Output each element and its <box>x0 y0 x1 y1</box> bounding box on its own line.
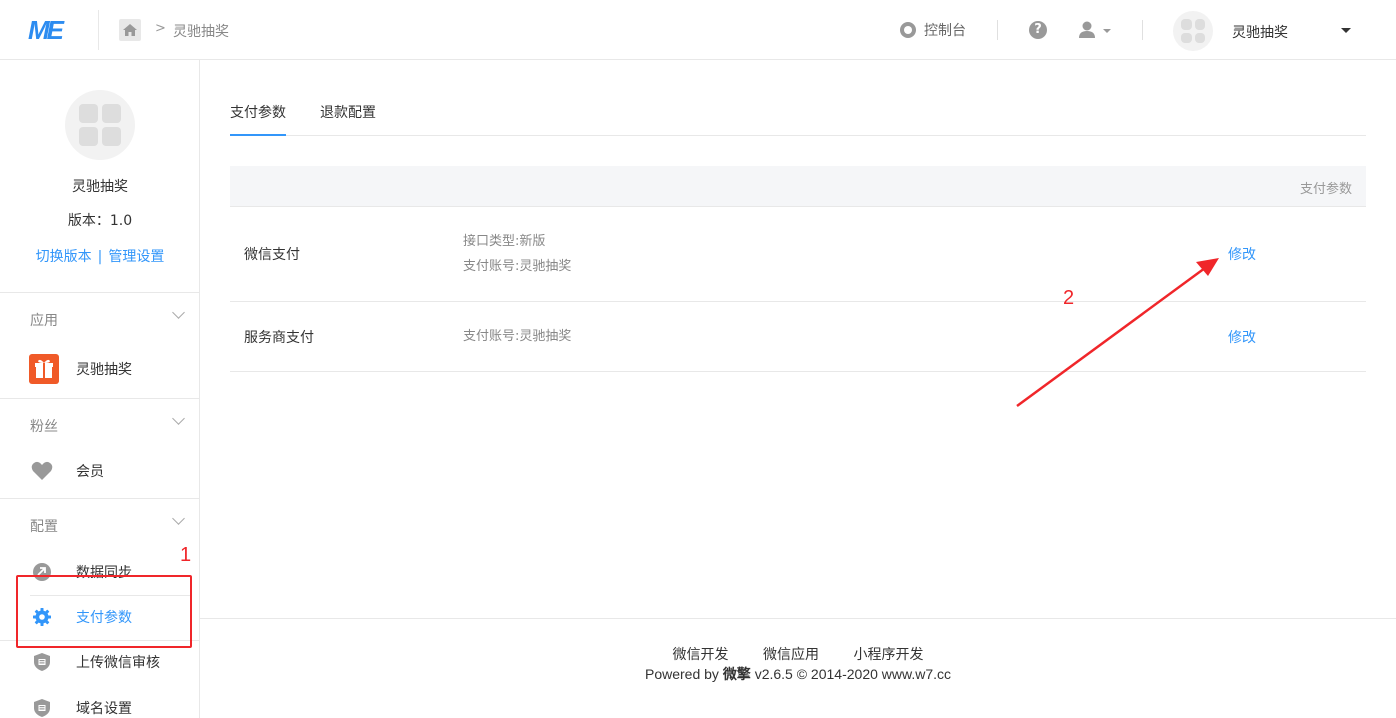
annotation-arrow <box>1016 258 1219 408</box>
footer-link-wechat-apps[interactable]: 微信应用 <box>763 647 819 663</box>
powered-suffix: v2.6.5 © 2014-2020 www.w7.cc <box>750 666 952 682</box>
footer-link-wechat-dev[interactable]: 微信开发 <box>673 647 729 663</box>
brand-name: 微擎 <box>722 666 751 682</box>
annotation-number-2: 2 <box>1063 287 1075 309</box>
footer-links: 微信开发 微信应用 小程序开发 <box>200 644 1396 664</box>
powered-prefix: Powered by <box>644 666 723 682</box>
footer-link-miniprogram-dev[interactable]: 小程序开发 <box>853 647 923 663</box>
footer-divider <box>200 618 1396 619</box>
footer-copyright: Powered by 微擎 v2.6.5 © 2014-2020 www.w7.… <box>200 664 1396 684</box>
